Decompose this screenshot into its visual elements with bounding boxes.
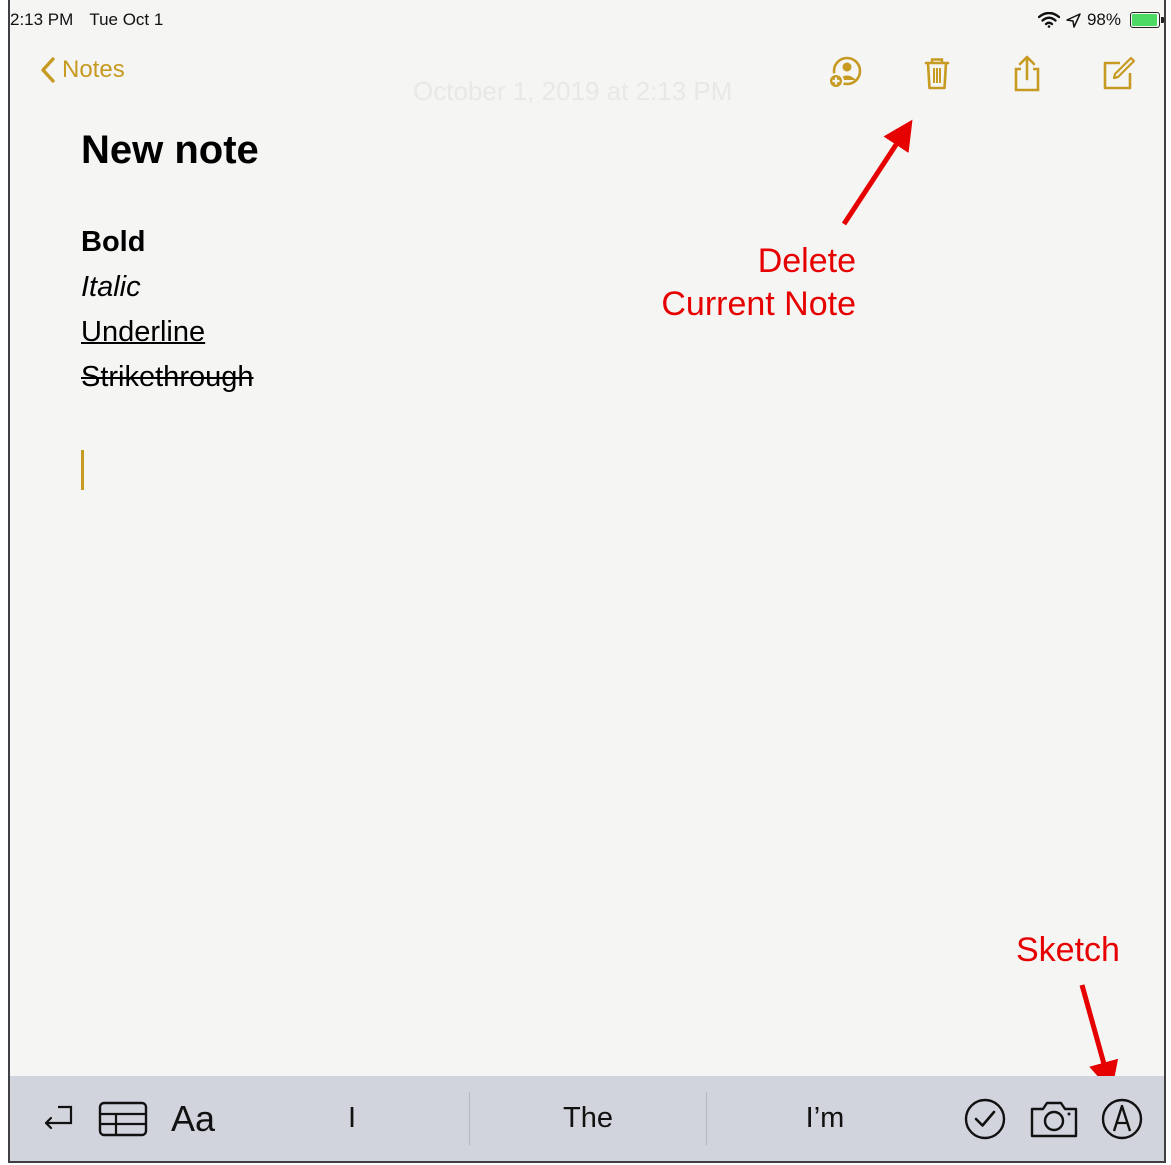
sketch-icon — [1101, 1098, 1143, 1139]
suggestion-3[interactable]: I’m — [707, 1076, 943, 1161]
annotation-arrows — [841, 119, 1119, 1092]
format-icon: Aa — [170, 1097, 216, 1139]
keyboard-shortcut-bar: Aa I The I’m — [10, 1076, 1164, 1161]
sketch-button[interactable] — [1098, 1076, 1146, 1161]
table-button[interactable] — [96, 1076, 150, 1161]
camera-button[interactable] — [1025, 1076, 1083, 1161]
checklist-icon — [964, 1098, 1006, 1139]
camera-icon — [1030, 1101, 1078, 1137]
table-icon — [98, 1101, 148, 1136]
checklist-button[interactable] — [960, 1076, 1010, 1161]
suggestion-2[interactable]: The — [470, 1076, 706, 1161]
format-button[interactable]: Aa — [162, 1076, 224, 1161]
sketch-arrow — [1079, 984, 1119, 1092]
delete-arrow — [841, 119, 913, 226]
suggestion-1[interactable]: I — [258, 1076, 446, 1161]
undo-button[interactable] — [36, 1076, 80, 1161]
undo-icon — [44, 1105, 73, 1129]
notes-screen: 2:13 PM Tue Oct 1 98% Notes October 1, 2… — [8, 0, 1166, 1163]
